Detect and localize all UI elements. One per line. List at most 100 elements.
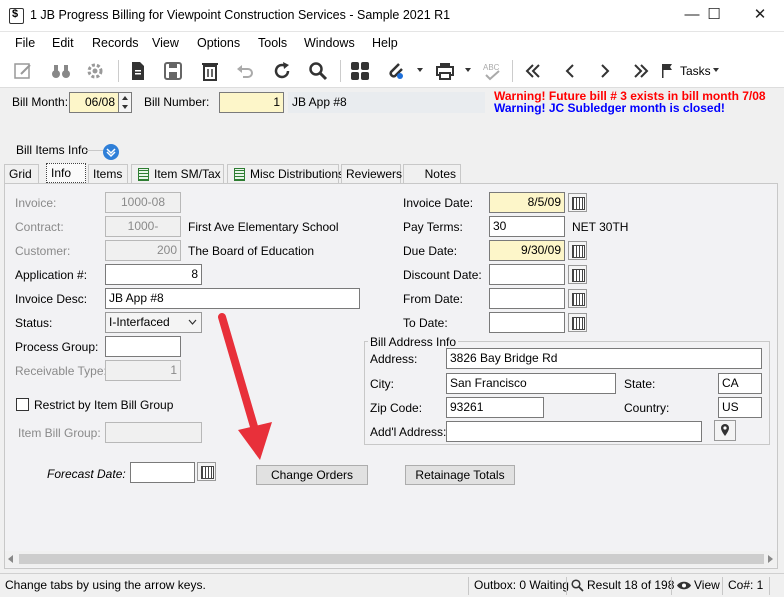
toolbar-separator bbox=[512, 60, 513, 82]
menu-edit[interactable]: Edit bbox=[52, 36, 74, 50]
bill-month-spinner[interactable] bbox=[118, 92, 132, 113]
tab-info[interactable]: Info bbox=[46, 163, 86, 183]
pay-terms-input[interactable]: 30 bbox=[489, 216, 565, 237]
delete-icon[interactable] bbox=[197, 59, 223, 83]
status-select[interactable]: I-Interfaced bbox=[105, 312, 202, 333]
bill-month-label: Bill Month: bbox=[12, 95, 69, 109]
customer-input: 200 bbox=[105, 240, 181, 261]
bill-number-label: Bill Number: bbox=[144, 95, 210, 109]
bill-month-input[interactable]: 06/08 bbox=[69, 92, 119, 113]
result-count: Result 18 of 198 bbox=[587, 578, 675, 592]
customer-label: Customer: bbox=[15, 244, 71, 258]
attach-dropdown-icon[interactable] bbox=[417, 68, 423, 72]
invoice-date-input[interactable]: 8/5/09 bbox=[489, 192, 565, 213]
map-pin-icon[interactable] bbox=[714, 420, 736, 441]
close-button[interactable]: ✕ bbox=[737, 0, 783, 32]
first-record-icon[interactable] bbox=[520, 59, 546, 83]
title-bar: 1 JB Progress Billing for Viewpoint Cons… bbox=[0, 0, 784, 32]
spreadsheet-icon bbox=[234, 168, 245, 181]
discount-date-label: Discount Date: bbox=[403, 268, 482, 282]
tab-reviewers[interactable]: Reviewers bbox=[341, 164, 402, 183]
menu-windows[interactable]: Windows bbox=[304, 36, 355, 50]
refresh-icon[interactable] bbox=[269, 59, 295, 83]
calendar-icon[interactable] bbox=[568, 193, 587, 212]
window-title: 1 JB Progress Billing for Viewpoint Cons… bbox=[30, 8, 451, 22]
country-label: Country: bbox=[624, 401, 670, 415]
application-input[interactable]: 8 bbox=[105, 264, 202, 285]
menu-records[interactable]: Records bbox=[92, 36, 139, 50]
due-date-label: Due Date: bbox=[403, 244, 458, 258]
new-document-icon[interactable] bbox=[125, 59, 151, 83]
invoice-desc-input[interactable]: JB App #8 bbox=[105, 288, 360, 309]
pay-terms-description: NET 30TH bbox=[572, 220, 629, 234]
forecast-date-label: Forecast Date: bbox=[47, 467, 126, 481]
toolbar-separator bbox=[340, 60, 341, 82]
calendar-icon[interactable] bbox=[568, 313, 587, 332]
tab-grid[interactable]: Grid bbox=[4, 164, 39, 183]
attach-icon[interactable] bbox=[383, 59, 409, 83]
bill-description: JB App #8 bbox=[292, 95, 347, 109]
last-record-icon[interactable] bbox=[628, 59, 654, 83]
country-input[interactable]: US bbox=[718, 397, 762, 418]
bill-number-input[interactable]: 1 bbox=[219, 92, 284, 113]
view-button[interactable]: View bbox=[694, 578, 720, 592]
to-date-input[interactable] bbox=[489, 312, 565, 333]
menu-file[interactable]: File bbox=[15, 36, 35, 50]
eye-icon bbox=[677, 581, 691, 590]
scroll-right-icon[interactable] bbox=[768, 555, 774, 563]
binoculars-icon[interactable] bbox=[48, 59, 74, 83]
contract-label: Contract: bbox=[15, 220, 64, 234]
menu-tools[interactable]: Tools bbox=[258, 36, 287, 50]
collapse-section-icon[interactable] bbox=[103, 144, 119, 160]
address-label: Address: bbox=[370, 352, 418, 366]
addl-address-label: Add'l Address: bbox=[370, 425, 447, 439]
receivable-type-label: Receivable Type: bbox=[15, 364, 107, 378]
spellcheck-icon[interactable]: ABC bbox=[479, 59, 505, 83]
scroll-left-icon[interactable] bbox=[8, 555, 14, 563]
from-date-input[interactable] bbox=[489, 288, 565, 309]
invoice-date-label: Invoice Date: bbox=[403, 196, 474, 210]
print-icon[interactable] bbox=[432, 59, 458, 83]
save-icon[interactable] bbox=[160, 59, 186, 83]
city-input[interactable]: San Francisco bbox=[446, 373, 616, 394]
undo-icon[interactable] bbox=[232, 59, 258, 83]
process-group-input[interactable] bbox=[105, 336, 181, 357]
menu-options[interactable]: Options bbox=[197, 36, 240, 50]
discount-date-input[interactable] bbox=[489, 264, 565, 285]
forecast-date-input[interactable] bbox=[130, 462, 195, 483]
tasks-dropdown-icon[interactable] bbox=[713, 68, 719, 72]
calendar-icon[interactable] bbox=[568, 241, 587, 260]
menu-view[interactable]: View bbox=[152, 36, 179, 50]
address-input[interactable]: 3826 Bay Bridge Rd bbox=[446, 348, 762, 369]
tab-item-sm-tax[interactable]: Item SM/Tax bbox=[131, 164, 224, 183]
menu-help[interactable]: Help bbox=[372, 36, 398, 50]
grid-icon[interactable] bbox=[347, 59, 373, 83]
item-bill-group-input bbox=[105, 422, 202, 443]
tab-misc-distributions[interactable]: Misc Distributions bbox=[227, 164, 344, 183]
print-dropdown-icon[interactable] bbox=[465, 68, 471, 72]
due-date-input[interactable]: 9/30/09 bbox=[489, 240, 565, 261]
next-record-icon[interactable] bbox=[592, 59, 618, 83]
tab-notes[interactable]: Notes bbox=[403, 164, 461, 183]
calendar-icon[interactable] bbox=[568, 289, 587, 308]
change-orders-button[interactable]: Change Orders bbox=[256, 465, 368, 485]
restrict-checkbox[interactable] bbox=[16, 398, 29, 411]
scrollbar-thumb[interactable] bbox=[19, 554, 764, 564]
zip-code-input[interactable]: 93261 bbox=[446, 397, 544, 418]
retainage-totals-button[interactable]: Retainage Totals bbox=[405, 465, 515, 485]
search-icon[interactable] bbox=[305, 59, 331, 83]
state-input[interactable]: CA bbox=[718, 373, 762, 394]
gear-icon[interactable] bbox=[82, 59, 108, 83]
maximize-button[interactable]: ☐ bbox=[691, 0, 737, 32]
edit-icon[interactable] bbox=[10, 59, 36, 83]
calendar-icon[interactable] bbox=[568, 265, 587, 284]
to-date-label: To Date: bbox=[403, 316, 448, 330]
addl-address-input[interactable] bbox=[446, 421, 702, 442]
previous-record-icon[interactable] bbox=[557, 59, 583, 83]
tab-items[interactable]: Items bbox=[88, 164, 128, 183]
tasks-menu[interactable]: Tasks bbox=[660, 59, 730, 83]
calendar-icon[interactable] bbox=[197, 462, 216, 481]
chevron-down-icon bbox=[188, 319, 197, 325]
flag-icon bbox=[662, 64, 672, 78]
horizontal-scrollbar[interactable] bbox=[5, 551, 777, 567]
